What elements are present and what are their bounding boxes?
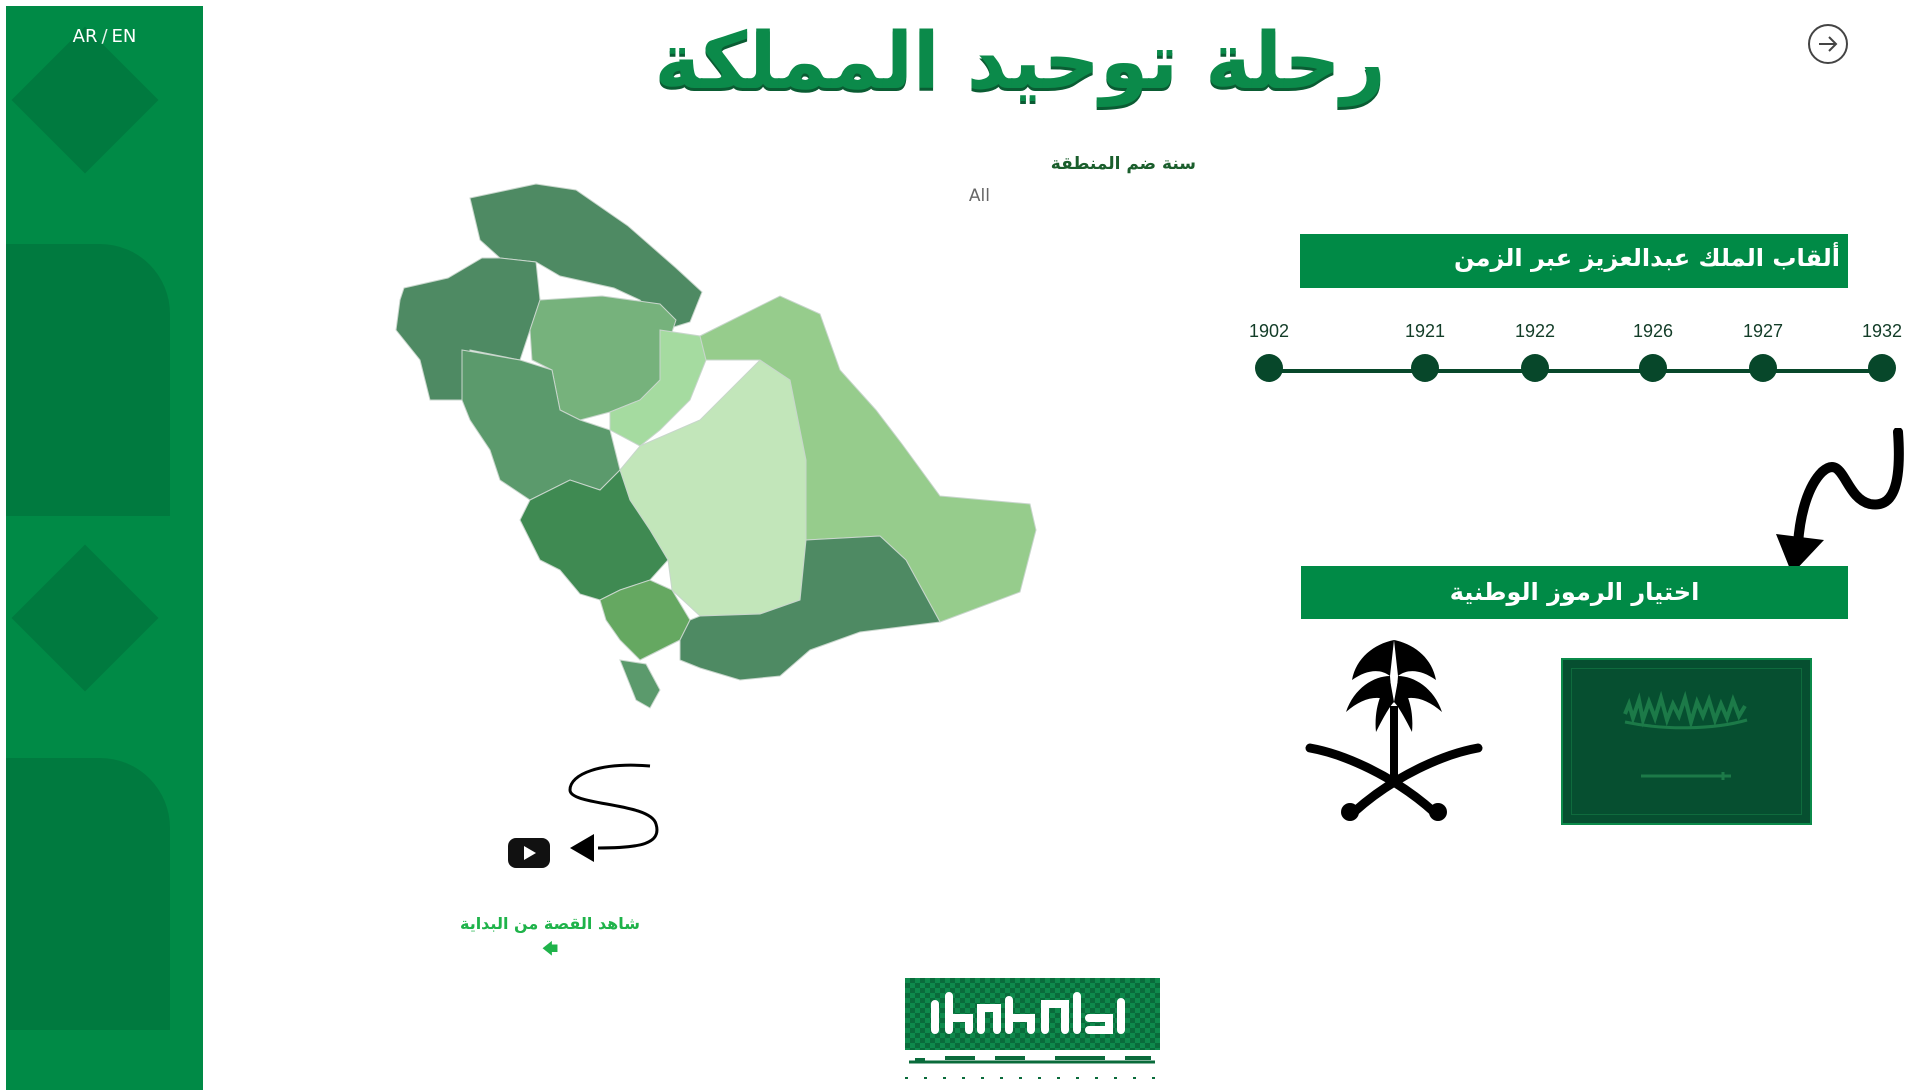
timeline-year: 1921	[1404, 321, 1446, 341]
watch-story-link[interactable]: شاهد القصة من البداية	[420, 914, 680, 933]
filter-label: سنة ضم المنطقة	[1050, 154, 1196, 174]
timeline-point-1902[interactable]: 1902	[1239, 320, 1299, 382]
timeline-point-1922[interactable]: 1922	[1505, 320, 1565, 382]
timeline-year: 1902	[1248, 321, 1290, 341]
timeline-year: 1926	[1632, 321, 1674, 341]
saudi-national-day-logo	[905, 978, 1160, 1079]
sidebar-arch-bottom	[6, 758, 170, 1030]
watch-story-arrow-icon: 🡄	[541, 939, 559, 958]
timeline-point-1926[interactable]: 1926	[1623, 320, 1683, 382]
lang-separator: /	[101, 26, 108, 47]
timeline-dot	[1639, 354, 1667, 382]
titles-section-heading: ألقاب الملك عبدالعزيز عبر الزمن	[1300, 234, 1848, 288]
timeline-year: 1927	[1742, 321, 1784, 341]
lang-ar-option[interactable]: AR	[73, 26, 98, 47]
curved-arrow-to-video-icon	[568, 763, 659, 862]
timeline-dot	[1255, 354, 1283, 382]
timeline-dot	[1749, 354, 1777, 382]
timeline-year: 1922	[1514, 321, 1556, 341]
navigate-button[interactable]	[1808, 24, 1848, 64]
timeline-point-1927[interactable]: 1927	[1733, 320, 1793, 382]
lang-en-option[interactable]: EN	[112, 26, 137, 47]
symbols-section-heading: اختيار الرموز الوطنية	[1301, 566, 1848, 619]
timeline-point-1921[interactable]: 1921	[1395, 320, 1455, 382]
sidebar-arch-top	[6, 244, 170, 516]
sidebar-diamond-top	[11, 26, 159, 174]
sidebar: AR / EN	[6, 6, 203, 1090]
timeline-year: 1932	[1861, 321, 1903, 341]
curved-arrow-to-symbols-icon	[1776, 428, 1904, 574]
saudi-flag-icon[interactable]	[1561, 658, 1812, 825]
titles-timeline: 1902 1921 1922 1926 1927 1932	[1249, 320, 1912, 390]
language-switch: AR / EN	[6, 26, 203, 47]
timeline-dot	[1411, 354, 1439, 382]
timeline-dot	[1868, 354, 1896, 382]
arrow-right-circle-icon	[1819, 36, 1838, 52]
region-jazan[interactable]	[619, 659, 661, 709]
sidebar-diamond-bottom	[11, 544, 159, 692]
flag-shahada-and-sword-icon	[1623, 690, 1748, 780]
palm-and-swords-emblem-icon[interactable]	[1304, 636, 1484, 826]
timeline-dot	[1521, 354, 1549, 382]
page-title: رحلة توحيد المملكة	[654, 17, 1386, 107]
timeline-point-1932[interactable]: 1932	[1852, 320, 1912, 382]
saudi-regions-map	[395, 183, 1037, 709]
youtube-icon[interactable]	[508, 838, 550, 868]
